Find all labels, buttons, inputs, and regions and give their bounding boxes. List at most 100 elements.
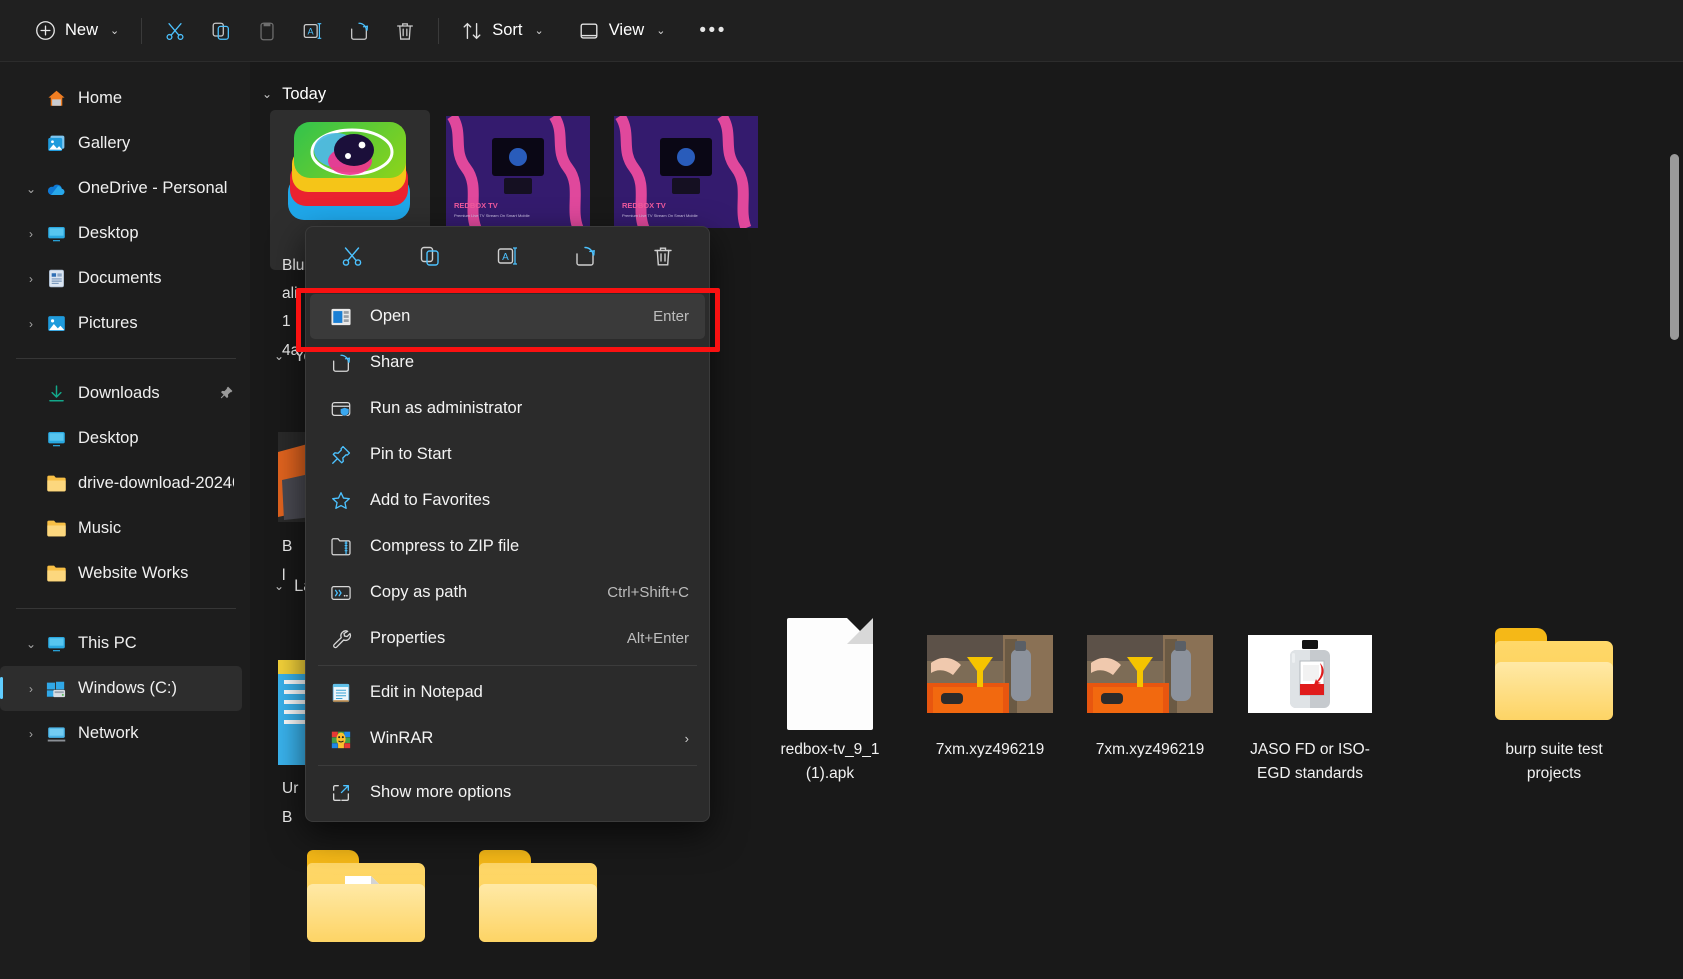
share-icon <box>348 20 370 42</box>
cut-button[interactable] <box>152 12 198 50</box>
toolbar-divider-2 <box>438 17 440 44</box>
folder-icon <box>44 473 68 495</box>
file-name-label: JASO FD or ISO-EGD standards <box>1250 741 1370 783</box>
sidebar-item-windows-c[interactable]: › Windows (C:) <box>0 666 242 711</box>
file-tile-redbox-apk[interactable]: redbox-tv_9_1 (1).apk <box>750 612 910 796</box>
menu-item-add-to-favorites[interactable]: Add to Favorites <box>310 478 705 523</box>
sort-button[interactable]: Sort ⌄ <box>449 12 555 50</box>
paste-button[interactable] <box>244 12 290 50</box>
context-menu[interactable]: A Open Enter Share Run as administrator … <box>305 226 710 822</box>
label-line: B <box>282 538 293 555</box>
navigation-pane[interactable]: › Home › Gallery ⌄ OneDrive - Personal › <box>0 62 250 979</box>
file-tile-7xm-2[interactable]: 7xm.xyz496219 <box>1070 612 1230 796</box>
sidebar-item-onedrive[interactable]: ⌄ OneDrive - Personal <box>0 166 242 211</box>
copy-button[interactable] <box>198 12 244 50</box>
copy-icon[interactable] <box>410 237 450 275</box>
file-tile-jaso[interactable]: JASO FD or ISO-EGD standards <box>1230 612 1390 796</box>
sidebar-item-label: Website Works <box>78 564 189 582</box>
rename-icon[interactable]: A <box>488 237 528 275</box>
chevron-down-icon[interactable]: ⌄ <box>262 87 272 101</box>
menu-item-label: Properties <box>370 629 446 647</box>
network-icon <box>44 723 68 745</box>
sidebar-divider-2 <box>16 608 236 609</box>
menu-item-label: Copy as path <box>370 583 468 601</box>
sidebar-item-music[interactable]: › Music <box>0 506 242 551</box>
thumbnail <box>918 618 1062 730</box>
sidebar-item-website-works[interactable]: › Website Works <box>0 551 242 596</box>
sidebar-item-gallery[interactable]: › Gallery <box>0 121 242 166</box>
menu-item-properties[interactable]: Properties Alt+Enter <box>310 616 705 661</box>
menu-item-pin-to-start[interactable]: Pin to Start <box>310 432 705 477</box>
new-button[interactable]: New ⌄ <box>22 12 131 50</box>
context-menu-divider-3 <box>318 765 697 766</box>
vertical-scrollbar[interactable] <box>1669 154 1679 979</box>
redbox-tv-photo: REDBOX TV Premium Live TV Stream On Smar… <box>446 116 590 228</box>
submenu-chevron-icon[interactable]: › <box>685 731 689 746</box>
file-tile-7xm-1[interactable]: 7xm.xyz496219 <box>910 612 1070 796</box>
copy-path-icon <box>328 581 354 605</box>
chevron-down-icon[interactable]: ⌄ <box>18 182 44 196</box>
more-options-button[interactable]: ••• <box>687 12 738 50</box>
sidebar-item-downloads[interactable]: › Downloads <box>0 371 242 416</box>
group-header-today[interactable]: ⌄ Today <box>262 78 1683 110</box>
sidebar-item-desktop-onedrive[interactable]: › Desktop <box>0 211 242 256</box>
view-button[interactable]: View ⌄ <box>566 12 678 50</box>
menu-item-edit-in-notepad[interactable]: Edit in Notepad <box>310 670 705 715</box>
documents-icon <box>44 268 68 290</box>
chevron-right-icon[interactable]: › <box>18 317 44 331</box>
context-menu-divider-2 <box>318 665 697 666</box>
sidebar-item-this-pc[interactable]: ⌄ This PC <box>0 621 242 666</box>
menu-item-compress-to-zip[interactable]: Compress to ZIP file <box>310 524 705 569</box>
copy-icon <box>210 20 232 42</box>
file-tile-burp-suite[interactable]: burp suite test projects <box>1474 612 1634 796</box>
sidebar-item-pictures[interactable]: › Pictures <box>0 301 242 346</box>
menu-item-label: Compress to ZIP file <box>370 537 520 555</box>
pin-icon[interactable] <box>219 385 234 403</box>
chevron-down-icon[interactable]: ⌄ <box>18 637 44 651</box>
chevron-right-icon[interactable]: › <box>18 727 44 741</box>
menu-item-show-more-options[interactable]: Show more options <box>310 770 705 815</box>
chevron-right-icon[interactable]: › <box>18 227 44 241</box>
sidebar-item-documents[interactable]: › Documents <box>0 256 242 301</box>
cut-icon[interactable] <box>332 237 372 275</box>
gallery-icon <box>44 133 68 155</box>
share-button[interactable] <box>336 12 382 50</box>
chevron-right-icon[interactable]: › <box>18 682 44 696</box>
sidebar-item-label: OneDrive - Personal <box>78 179 228 197</box>
rename-icon: A <box>302 20 324 42</box>
label-line: 1 <box>282 313 291 331</box>
pin-icon <box>328 443 354 467</box>
sidebar-item-drive-download[interactable]: › drive-download-20240 <box>0 461 242 506</box>
scrollbar-thumb[interactable] <box>1670 154 1679 340</box>
sidebar-item-label: Network <box>78 724 139 742</box>
folder-icon <box>44 563 68 585</box>
bottom-folder-row <box>266 834 618 970</box>
oil-bottle-photo <box>1248 635 1372 713</box>
sidebar-item-home[interactable]: › Home <box>0 76 242 121</box>
sidebar-item-label: Pictures <box>78 314 138 332</box>
windows-drive-icon <box>44 678 68 700</box>
menu-item-label: WinRAR <box>370 729 434 747</box>
delete-icon[interactable] <box>643 237 683 275</box>
menu-item-open[interactable]: Open Enter <box>310 294 705 339</box>
delete-button[interactable] <box>382 12 428 50</box>
sidebar-item-network[interactable]: › Network <box>0 711 242 756</box>
chevron-down-icon[interactable]: ⌄ <box>274 349 284 363</box>
menu-item-share[interactable]: Share <box>310 340 705 385</box>
command-bar: New ⌄ A Sort ⌄ View ⌄ ••• <box>0 0 1683 62</box>
sidebar-item-label: Gallery <box>78 134 131 152</box>
onedrive-cloud-icon <box>44 178 68 200</box>
share-icon[interactable] <box>565 237 605 275</box>
menu-item-copy-as-path[interactable]: Copy as path Ctrl+Shift+C <box>310 570 705 615</box>
file-tile-folder-plain[interactable] <box>458 834 618 970</box>
chevron-right-icon[interactable]: › <box>18 272 44 286</box>
menu-item-winrar[interactable]: WinRAR › <box>310 716 705 761</box>
rename-button[interactable]: A <box>290 12 336 50</box>
sidebar-item-label: This PC <box>78 634 137 652</box>
menu-item-shortcut: Enter <box>653 308 689 325</box>
file-tile-folder-with-file[interactable] <box>286 834 446 970</box>
chevron-down-icon[interactable]: ⌄ <box>274 579 284 593</box>
svg-text:A: A <box>502 252 509 263</box>
sidebar-item-desktop[interactable]: › Desktop <box>0 416 242 461</box>
menu-item-run-as-administrator[interactable]: Run as administrator <box>310 386 705 431</box>
